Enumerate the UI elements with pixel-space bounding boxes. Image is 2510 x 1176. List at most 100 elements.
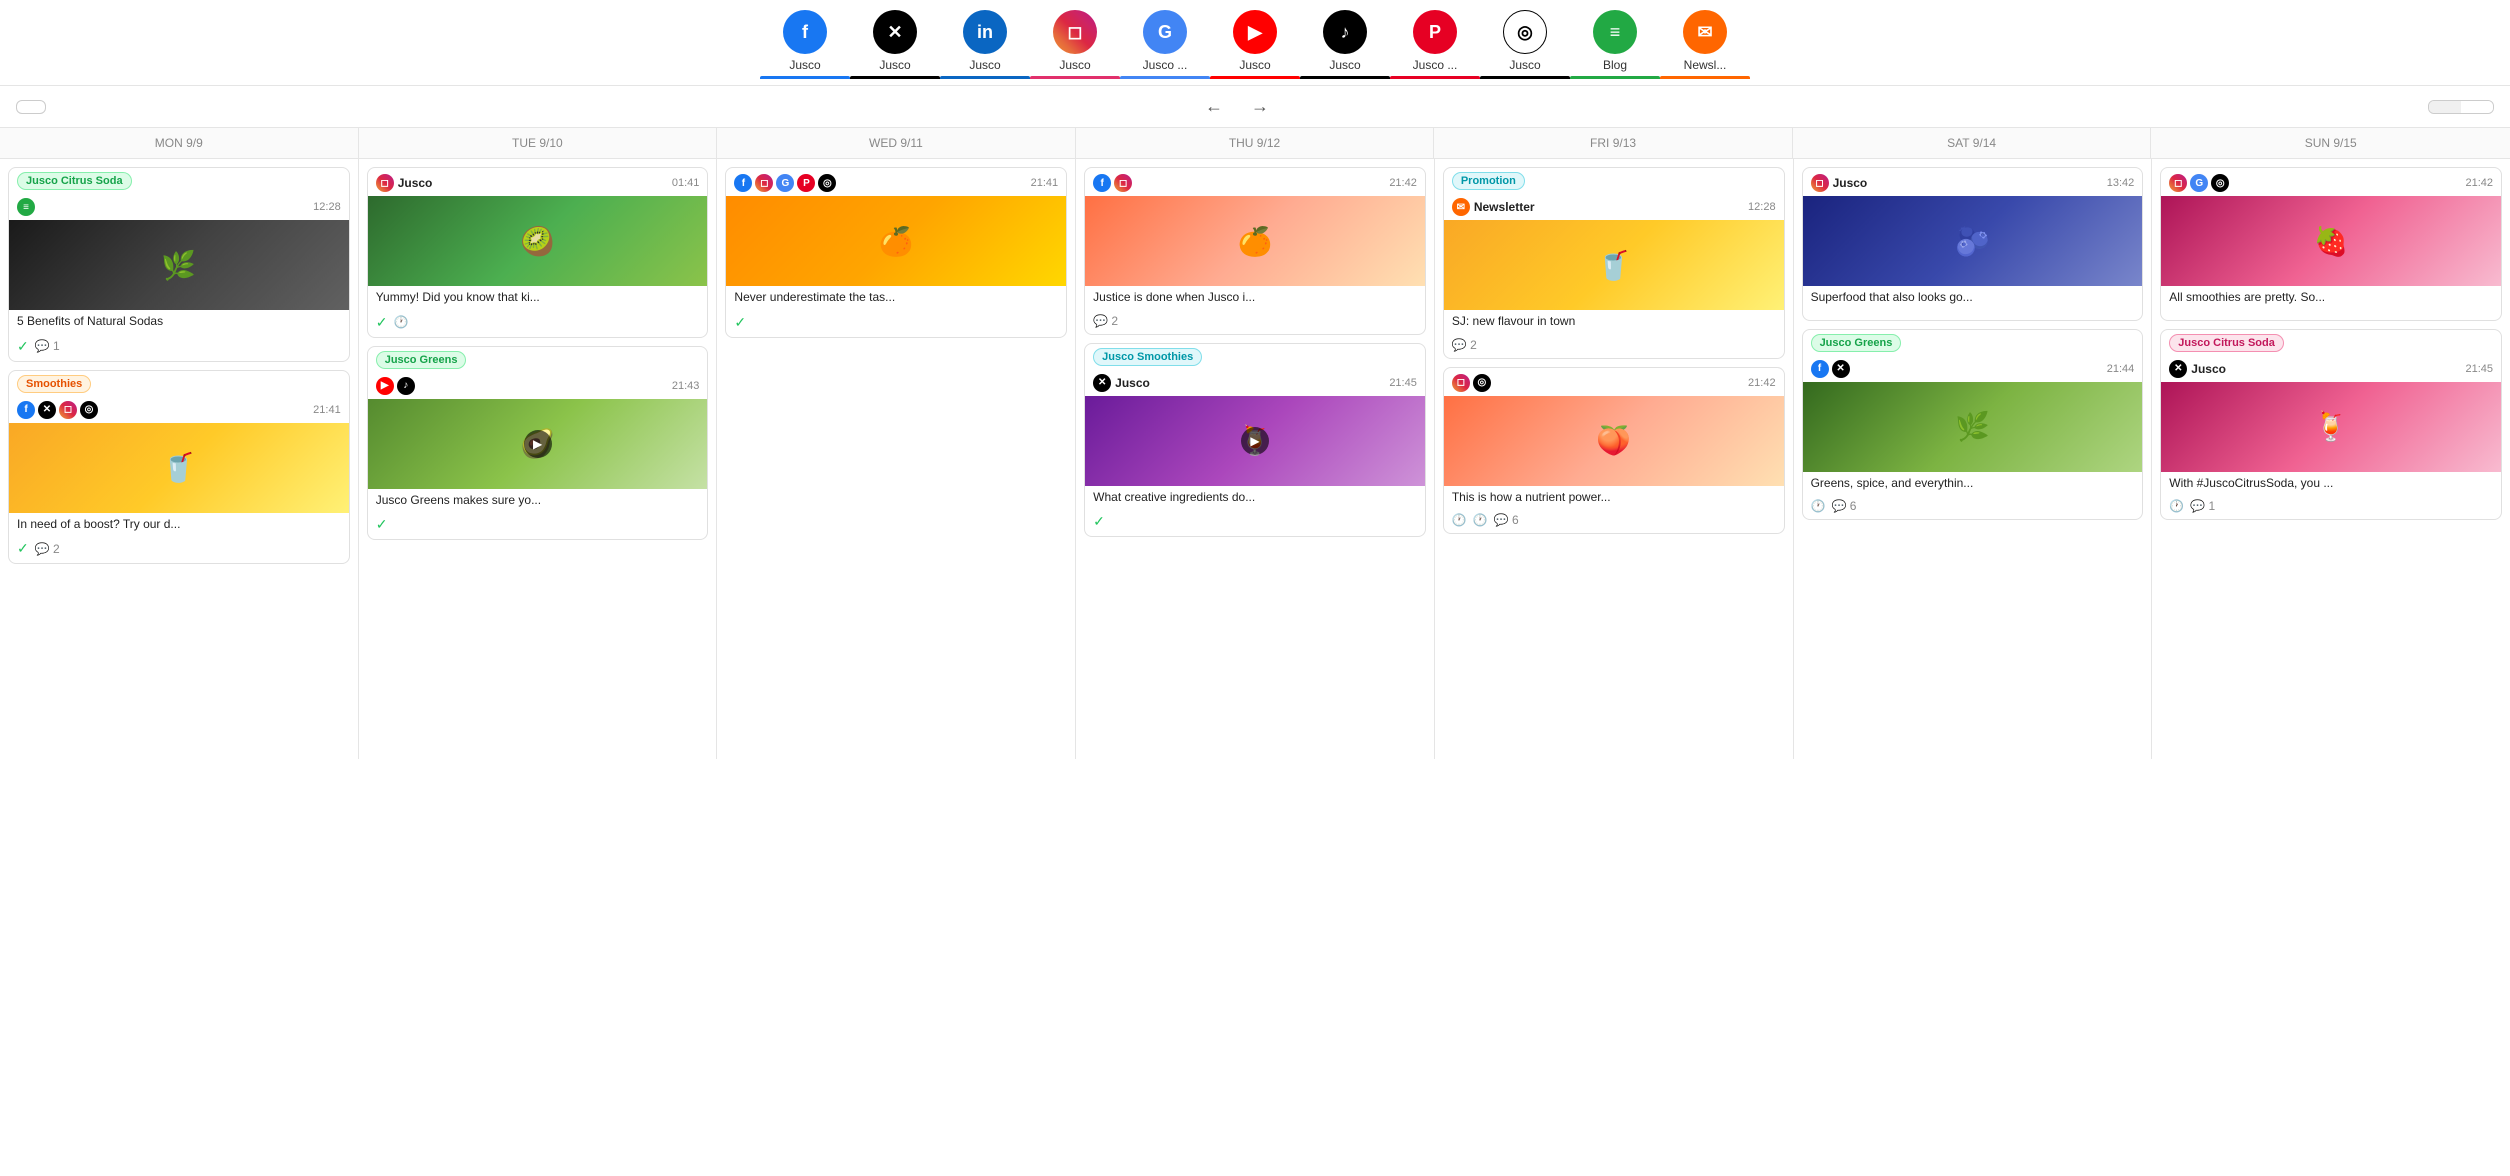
- channel-ig[interactable]: ◻ Jusco: [1030, 10, 1120, 85]
- social-icon: ✉: [1452, 198, 1470, 216]
- video-overlay: ▶: [1241, 427, 1269, 455]
- channel-tk[interactable]: ♪ Jusco: [1300, 10, 1390, 85]
- channel-bl[interactable]: ≡ Blog: [1570, 10, 1660, 85]
- post-card[interactable]: Jusco Smoothies ✕Jusco 21:45 🍹 ▶ What cr…: [1084, 343, 1426, 538]
- card-header: f◻ 21:42: [1085, 168, 1425, 196]
- today-button[interactable]: [16, 100, 46, 114]
- post-card[interactable]: Smoothies f✕◻◎ 21:41 🥤 In need of a boos…: [8, 370, 350, 565]
- post-card[interactable]: Jusco Citrus Soda ✕Jusco 21:45 🍹 With #J…: [2160, 329, 2502, 521]
- calendar-grid: Jusco Citrus Soda ≡ 12:28 🌿 5 Benefits o…: [0, 159, 2510, 759]
- channel-go[interactable]: G Jusco ...: [1120, 10, 1210, 85]
- clock-icon-2: 🕐: [1473, 513, 1488, 527]
- card-header: ◻G◎ 21:42: [2161, 168, 2501, 196]
- card-time: 12:28: [1748, 201, 1776, 213]
- card-image: 🍹 ▶: [1085, 396, 1425, 486]
- day-header: THU 9/12: [1076, 128, 1435, 158]
- social-icon: ◻: [1114, 174, 1132, 192]
- card-image: 🌿: [1803, 382, 2143, 472]
- month-view-button[interactable]: [2429, 101, 2461, 113]
- channel-name-yt: Jusco: [1239, 58, 1270, 72]
- social-icon: ◻: [376, 174, 394, 192]
- channel-name-bl: Blog: [1603, 58, 1627, 72]
- day-header: MON 9/9: [0, 128, 359, 158]
- post-card[interactable]: Jusco Greens ▶♪ 21:43 🥑 ▶ Jusco Greens m…: [367, 346, 709, 541]
- post-card[interactable]: f◻ 21:42 🍊 Justice is done when Jusco i.…: [1084, 167, 1426, 335]
- channel-underline-tk: [1300, 76, 1390, 79]
- week-view-button[interactable]: [2461, 101, 2493, 113]
- channel-icon-bl: ≡: [1593, 10, 1637, 54]
- card-title: Yummy! Did you know that ki...: [368, 286, 708, 310]
- social-icon: ✕: [1093, 374, 1111, 392]
- comment-icon: 💬 2: [1093, 314, 1118, 328]
- social-icon: ◻: [59, 401, 77, 419]
- post-card[interactable]: ◻G◎ 21:42 🍓 All smoothies are pretty. So…: [2160, 167, 2502, 321]
- social-icon: ◻: [2169, 174, 2187, 192]
- post-card[interactable]: Jusco Citrus Soda ≡ 12:28 🌿 5 Benefits o…: [8, 167, 350, 362]
- channel-icon-nl: ✉: [1683, 10, 1727, 54]
- tag-badge: Jusco Citrus Soda: [17, 172, 132, 190]
- channel-pt[interactable]: P Jusco ...: [1390, 10, 1480, 85]
- social-icon: ✕: [1832, 360, 1850, 378]
- card-title: In need of a boost? Try our d...: [9, 513, 349, 537]
- card-header: ◻ Jusco 01:41: [368, 168, 708, 196]
- post-card[interactable]: Jusco Greens f✕ 21:44 🌿 Greens, spice, a…: [1802, 329, 2144, 521]
- card-footer: ✓💬 1: [9, 334, 349, 361]
- card-footer: ✓: [1085, 509, 1425, 536]
- card-header: ✕Jusco 21:45: [1085, 368, 1425, 396]
- day-header: SAT 9/14: [1793, 128, 2152, 158]
- post-card[interactable]: ◻Jusco 13:42 🫐 Superfood that also looks…: [1802, 167, 2144, 321]
- channel-th[interactable]: ◎ Jusco: [1480, 10, 1570, 85]
- day-col-sun: ◻G◎ 21:42 🍓 All smoothies are pretty. So…: [2152, 159, 2510, 759]
- social-icon: ◻: [1811, 174, 1829, 192]
- check-icon: ✓: [1093, 513, 1105, 530]
- card-footer: ✓💬 2: [9, 536, 349, 563]
- social-icon: ✕: [38, 401, 56, 419]
- social-icon: ◎: [1473, 374, 1491, 392]
- card-image: 🍓: [2161, 196, 2501, 286]
- check-icon: ✓: [376, 516, 388, 533]
- channel-x[interactable]: ✕ Jusco: [850, 10, 940, 85]
- social-icon: ✕: [2169, 360, 2187, 378]
- channel-li[interactable]: in Jusco: [940, 10, 1030, 85]
- channel-label: Jusco: [1833, 176, 1868, 190]
- post-card[interactable]: ◻◎ 21:42 🍑 This is how a nutrient power.…: [1443, 367, 1785, 535]
- card-footer: 🕐💬 6: [1803, 495, 2143, 519]
- card-time: 21:43: [672, 380, 700, 392]
- card-image: 🍊: [1085, 196, 1425, 286]
- post-card[interactable]: f◻GP◎ 21:41 🍊 Never underestimate the ta…: [725, 167, 1067, 338]
- channel-nl[interactable]: ✉ Newsl...: [1660, 10, 1750, 85]
- social-icon: ◻: [755, 174, 773, 192]
- channel-label: Jusco: [398, 176, 433, 190]
- card-footer: [1803, 310, 2143, 320]
- card-image: 🥑 ▶: [368, 399, 708, 489]
- view-toggle: [2428, 100, 2494, 114]
- card-footer: [2161, 310, 2501, 320]
- card-time: 01:41: [672, 177, 700, 189]
- channel-icon-pt: P: [1413, 10, 1457, 54]
- channel-underline-go: [1120, 76, 1210, 79]
- prev-arrow[interactable]: ←: [1205, 96, 1223, 117]
- channel-fb[interactable]: f Jusco: [760, 10, 850, 85]
- post-card[interactable]: ◻Jusco 01:41 🥝 Yummy! Did you know that …: [367, 167, 709, 338]
- channel-name-pt: Jusco ...: [1413, 58, 1458, 72]
- channel-underline-th: [1480, 76, 1570, 79]
- channel-yt[interactable]: ▶ Jusco: [1210, 10, 1300, 85]
- social-icon: f: [1093, 174, 1111, 192]
- channel-name-fb: Jusco: [789, 58, 820, 72]
- channel-icon-go: G: [1143, 10, 1187, 54]
- channel-icon-yt: ▶: [1233, 10, 1277, 54]
- comment-icon: 💬 1: [35, 339, 60, 353]
- post-card[interactable]: Promotion ✉Newsletter 12:28 🥤 SJ: new fl…: [1443, 167, 1785, 359]
- card-time: 21:42: [1389, 177, 1417, 189]
- card-time: 21:41: [1031, 177, 1059, 189]
- next-arrow[interactable]: →: [1251, 96, 1269, 117]
- social-icon: ♪: [397, 377, 415, 395]
- card-header: ✕Jusco 21:45: [2161, 354, 2501, 382]
- day-col-wed: f◻GP◎ 21:41 🍊 Never underestimate the ta…: [717, 159, 1075, 759]
- card-title: Greens, spice, and everythin...: [1803, 472, 2143, 496]
- channel-underline-li: [940, 76, 1030, 79]
- day-header: TUE 9/10: [359, 128, 718, 158]
- day-col-fri: Promotion ✉Newsletter 12:28 🥤 SJ: new fl…: [1435, 159, 1793, 759]
- card-header: ◻◎ 21:42: [1444, 368, 1784, 396]
- day-header: FRI 9/13: [1434, 128, 1793, 158]
